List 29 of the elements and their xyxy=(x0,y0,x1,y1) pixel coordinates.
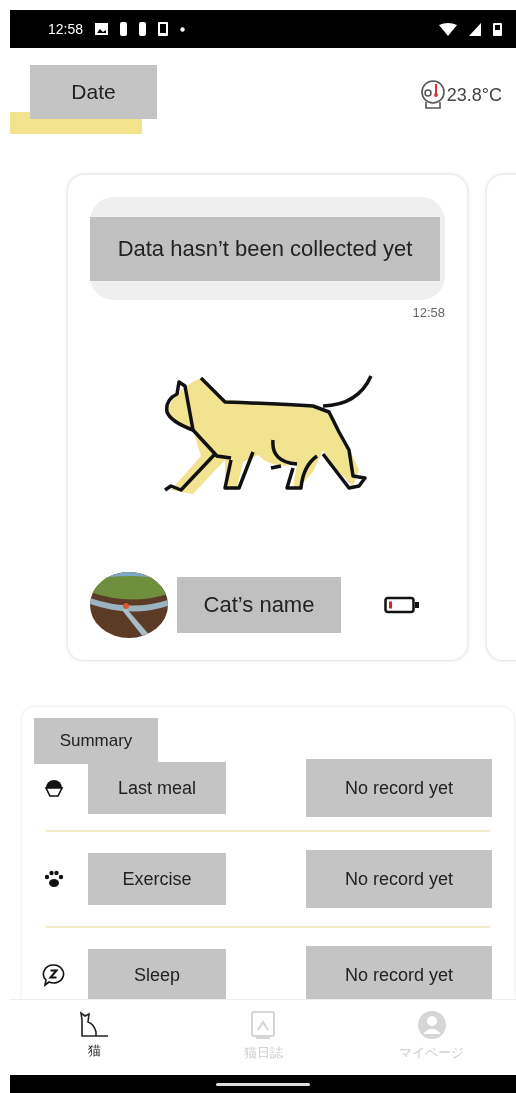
battery-icon xyxy=(493,22,502,36)
profile-icon xyxy=(416,1010,447,1040)
nav-tab[interactable]: 猫 xyxy=(10,1000,179,1075)
sleep-bubble-icon xyxy=(42,963,66,987)
status-message: Data hasn’t been collected yet xyxy=(90,216,440,281)
cat-name: Cat’s name xyxy=(177,577,341,633)
home-indicator[interactable] xyxy=(216,1082,310,1086)
summary-value: No record yet xyxy=(306,946,492,999)
cat-sitting-icon xyxy=(78,1010,111,1038)
status-time: 12:58 xyxy=(48,21,84,37)
cat-card[interactable]: Data hasn’t been collected yet 12:58 Cat’s name xyxy=(68,175,467,660)
temperature: 23.8°C xyxy=(446,84,502,106)
diary-icon xyxy=(250,1010,276,1040)
date-label: Date xyxy=(30,65,157,119)
summary-title: Summary xyxy=(34,718,158,764)
summary-label: Last meal xyxy=(88,762,226,814)
message-time: 12:58 xyxy=(412,305,445,320)
bowl-icon xyxy=(43,777,65,799)
summary-label: Sleep xyxy=(88,949,226,999)
summary-label: Exercise xyxy=(88,853,226,905)
summary-value: No record yet xyxy=(306,759,492,817)
wifi-icon xyxy=(439,22,457,36)
paw-icon xyxy=(43,868,65,890)
signal-icon xyxy=(469,22,481,36)
dot-icon xyxy=(180,26,186,32)
image-icon xyxy=(95,23,109,35)
thermometer-device-icon xyxy=(419,80,446,110)
low-battery-icon xyxy=(384,596,420,614)
summary-value: No record yet xyxy=(306,850,492,908)
